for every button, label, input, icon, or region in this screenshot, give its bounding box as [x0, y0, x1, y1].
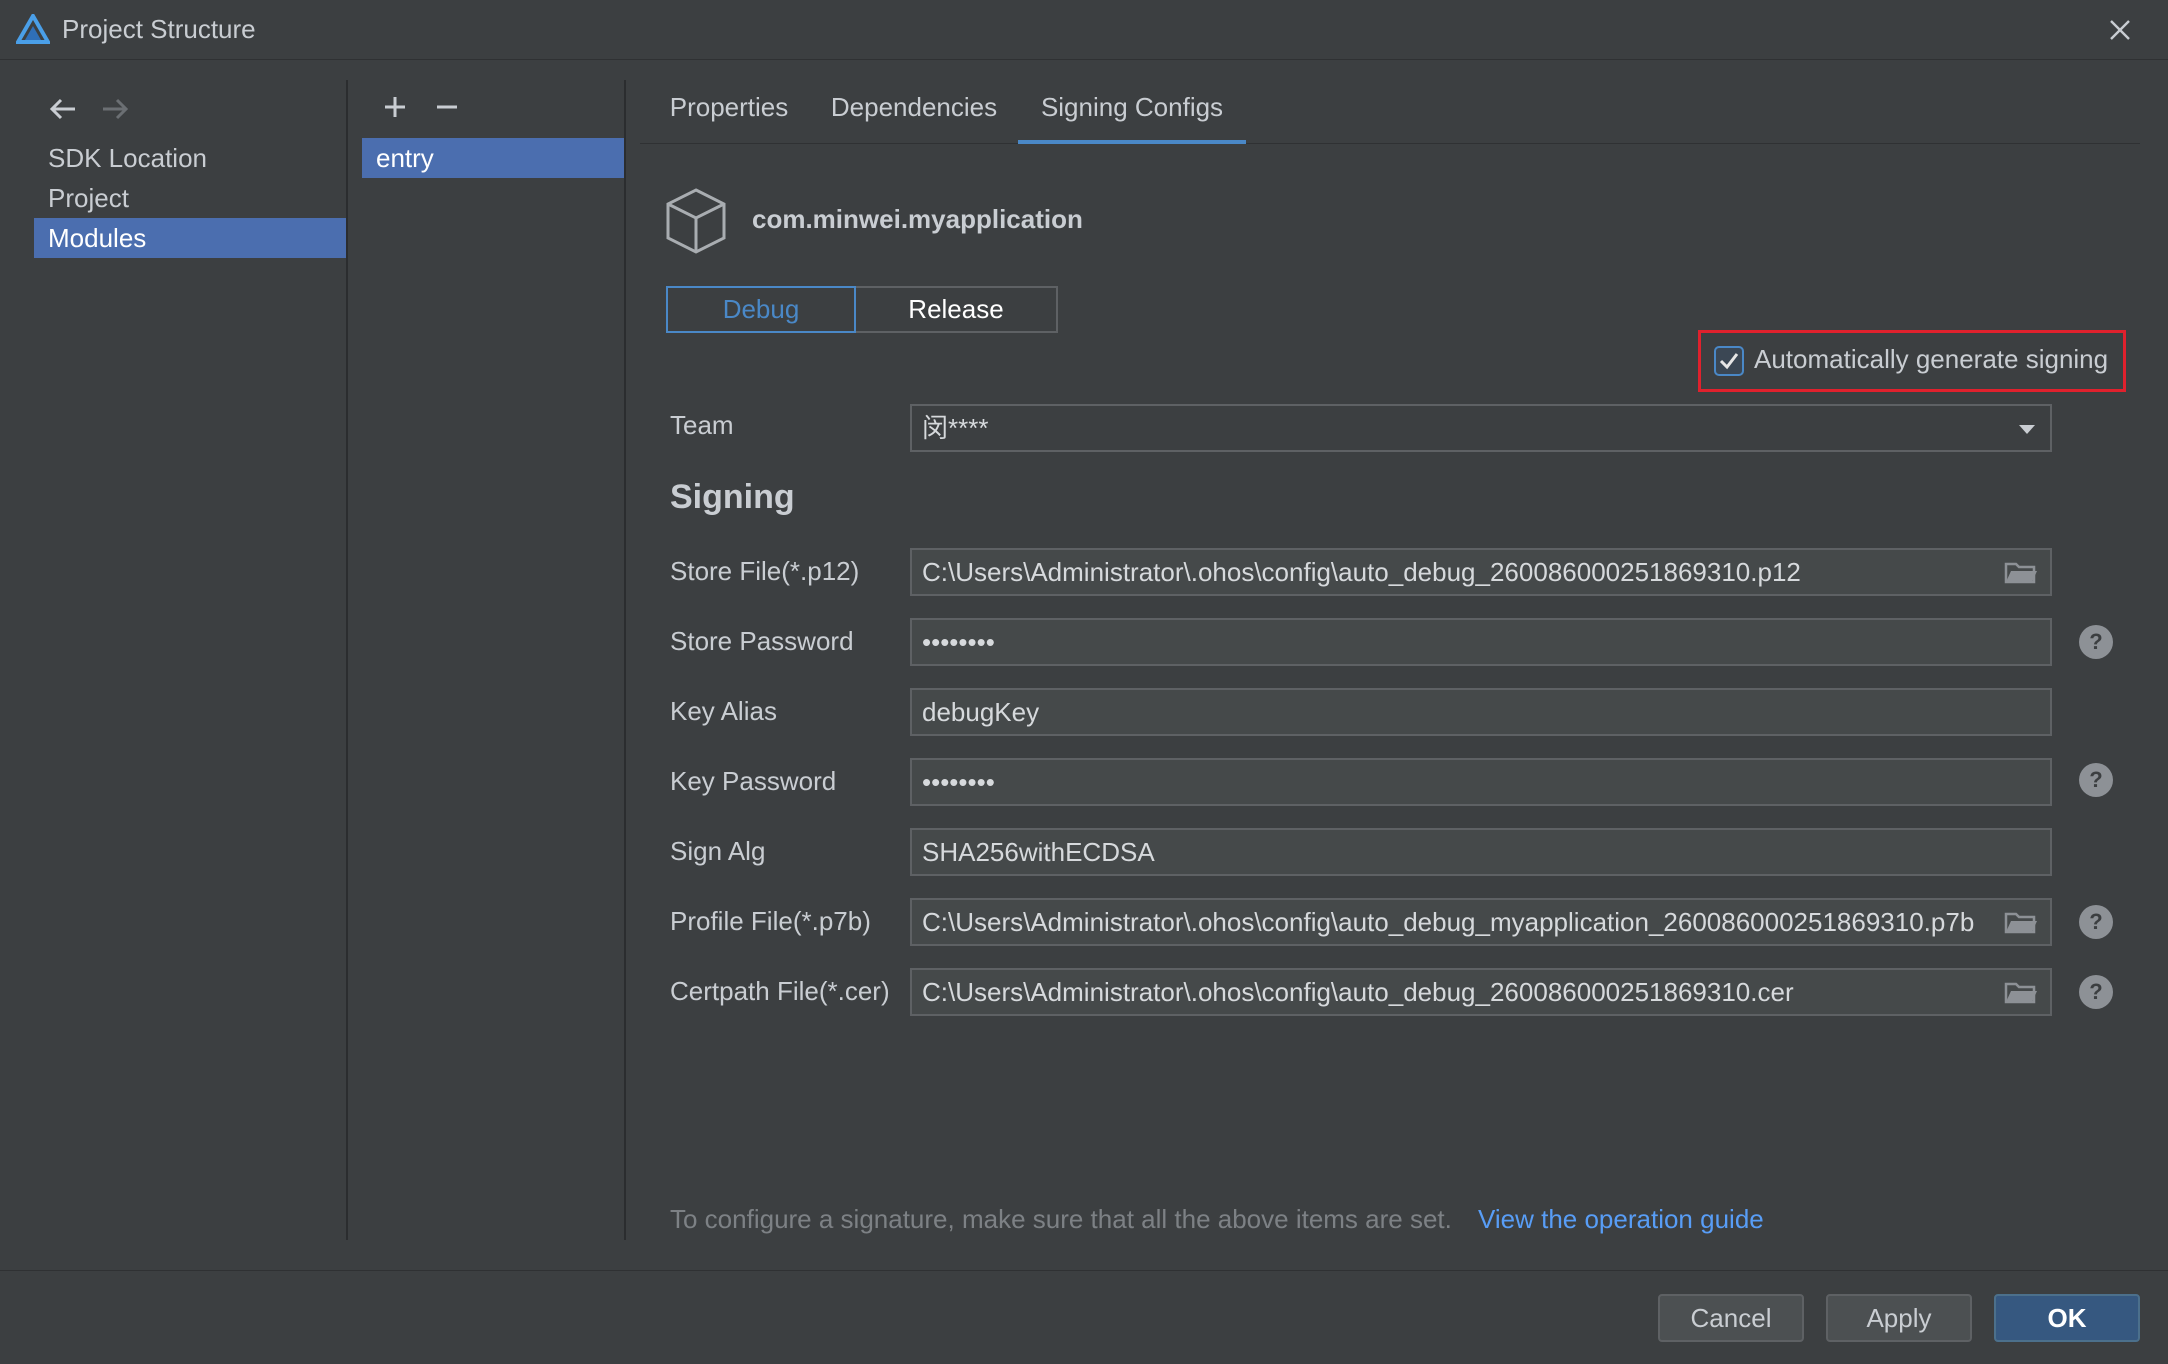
- history-navigation: [46, 92, 146, 126]
- auto-signing-checkbox[interactable]: [1714, 346, 1744, 376]
- chevron-down-icon: [2019, 425, 2035, 434]
- deveco-logo-icon: [16, 14, 50, 44]
- sidebar-item-sdk-location[interactable]: SDK Location: [34, 138, 346, 178]
- team-select-value: 闵****: [922, 413, 989, 443]
- ok-button[interactable]: OK: [1994, 1294, 2140, 1342]
- module-box-icon: [666, 188, 726, 254]
- profile-file-help-icon[interactable]: ?: [2079, 905, 2113, 939]
- module-item-entry[interactable]: entry: [362, 138, 624, 178]
- module-toolbar: [376, 88, 496, 126]
- sidebar-item-modules[interactable]: Modules: [34, 218, 346, 258]
- certpath-file-label: Certpath File(*.cer): [670, 976, 890, 1006]
- window-title: Project Structure: [62, 14, 256, 44]
- signature-hint-text: To configure a signature, make sure that…: [670, 1204, 1452, 1234]
- debug-toggle-button[interactable]: Debug: [666, 286, 856, 333]
- sidebar: SDK Location Project Modules: [34, 138, 346, 258]
- key-password-field[interactable]: ••••••••: [910, 758, 2052, 806]
- forward-button[interactable]: [98, 92, 132, 126]
- title-bar: [0, 0, 2168, 60]
- arrow-right-icon: [103, 98, 129, 120]
- module-list: entry: [362, 138, 624, 178]
- store-password-value: ••••••••: [922, 627, 995, 657]
- key-password-value: ••••••••: [922, 767, 995, 797]
- operation-guide-link[interactable]: View the operation guide: [1478, 1204, 1764, 1235]
- minus-icon: [437, 105, 457, 109]
- store-file-value: C:\Users\Administrator\.ohos\config\auto…: [922, 557, 1801, 587]
- module-package-name: com.minwei.myapplication: [752, 204, 1083, 234]
- cancel-button[interactable]: Cancel: [1658, 1294, 1804, 1342]
- certpath-file-value: C:\Users\Administrator\.ohos\config\auto…: [922, 977, 1794, 1007]
- sidebar-item-project[interactable]: Project: [34, 178, 346, 218]
- team-select[interactable]: 闵****: [910, 404, 2052, 452]
- certpath-file-field[interactable]: C:\Users\Administrator\.ohos\config\auto…: [910, 968, 2052, 1016]
- profile-file-label: Profile File(*.p7b): [670, 906, 871, 936]
- folder-open-icon[interactable]: [2004, 560, 2038, 586]
- sidebar-divider: [346, 80, 348, 1240]
- signing-section-title: Signing: [670, 478, 795, 516]
- store-password-field[interactable]: ••••••••: [910, 618, 2052, 666]
- close-button[interactable]: [2100, 12, 2140, 48]
- apply-button[interactable]: Apply: [1826, 1294, 1972, 1342]
- folder-open-icon[interactable]: [2004, 910, 2038, 936]
- tab-signing-configs[interactable]: Signing Configs: [1018, 82, 1246, 144]
- close-icon: [2110, 20, 2130, 40]
- profile-file-field[interactable]: C:\Users\Administrator\.ohos\config\auto…: [910, 898, 2052, 946]
- back-button[interactable]: [46, 92, 80, 126]
- auto-signing-label: Automatically generate signing: [1754, 344, 2109, 374]
- remove-module-button[interactable]: [428, 88, 466, 126]
- profile-file-value: C:\Users\Administrator\.ohos\config\auto…: [922, 907, 1975, 937]
- module-divider: [624, 80, 626, 1240]
- sign-alg-field[interactable]: SHA256withECDSA: [910, 828, 2052, 876]
- sign-alg-label: Sign Alg: [670, 836, 766, 866]
- add-module-button[interactable]: [376, 88, 414, 126]
- store-password-label: Store Password: [670, 626, 854, 656]
- checkmark-icon: [1719, 353, 1739, 370]
- folder-open-icon[interactable]: [2004, 980, 2038, 1006]
- store-password-help-icon[interactable]: ?: [2079, 625, 2113, 659]
- key-password-help-icon[interactable]: ?: [2079, 763, 2113, 797]
- certpath-file-help-icon[interactable]: ?: [2079, 975, 2113, 1009]
- arrow-left-icon: [49, 98, 75, 120]
- tab-properties[interactable]: Properties: [664, 82, 794, 144]
- key-alias-field[interactable]: debugKey: [910, 688, 2052, 736]
- release-toggle-button[interactable]: Release: [856, 286, 1058, 333]
- sign-alg-value: SHA256withECDSA: [922, 837, 1155, 867]
- store-file-label: Store File(*.p12): [670, 556, 860, 586]
- team-label: Team: [670, 410, 734, 440]
- key-password-label: Key Password: [670, 766, 837, 796]
- store-file-field[interactable]: C:\Users\Administrator\.ohos\config\auto…: [910, 548, 2052, 596]
- tab-bar: Properties Dependencies Signing Configs: [640, 82, 2140, 144]
- plus-icon: [385, 97, 405, 117]
- key-alias-label: Key Alias: [670, 696, 777, 726]
- tab-dependencies[interactable]: Dependencies: [824, 82, 1004, 144]
- key-alias-value: debugKey: [922, 697, 1040, 727]
